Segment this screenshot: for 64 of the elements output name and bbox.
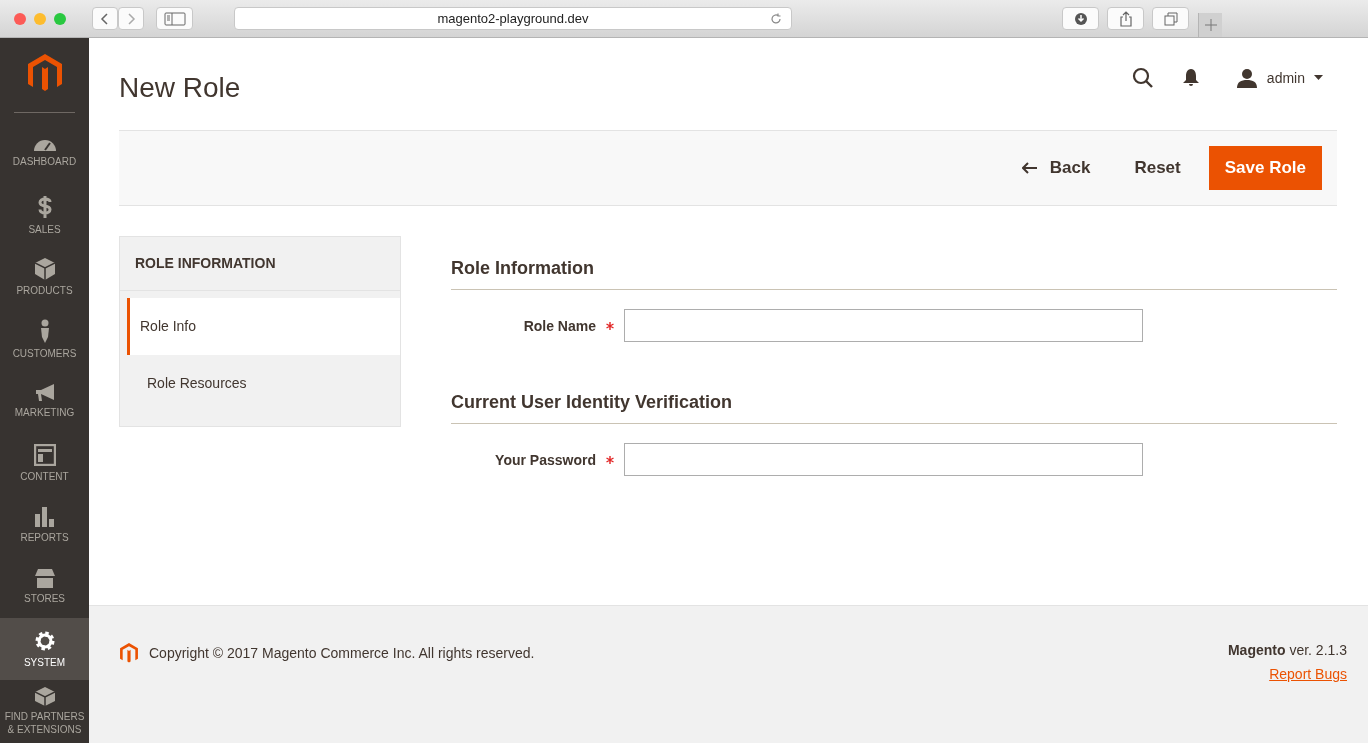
- tab[interactable]: Role Info: [127, 298, 400, 355]
- new-tab-button[interactable]: [1198, 13, 1222, 37]
- section-title: Role Information: [451, 258, 1337, 290]
- gear-icon: [33, 629, 56, 652]
- logo-icon: [25, 53, 64, 93]
- nav-item[interactable]: CUSTOMERS: [0, 308, 89, 370]
- caret-icon: [1314, 75, 1323, 81]
- search-icon[interactable]: [1131, 67, 1154, 89]
- field-label: Role Name: [522, 317, 596, 334]
- box-icon: [34, 257, 55, 280]
- nav-item[interactable]: MARKETING: [0, 370, 89, 432]
- gauge-icon: [33, 138, 56, 151]
- minimize-window-button[interactable]: [34, 12, 46, 25]
- url-text: magento2-playground.dev: [437, 11, 589, 26]
- share-button[interactable]: [1107, 7, 1144, 30]
- user-menu[interactable]: admin: [1235, 68, 1323, 88]
- section-title: Current User Identity Verification: [451, 392, 1337, 424]
- dollar-icon: [37, 194, 52, 219]
- input-field[interactable]: [624, 443, 1143, 476]
- copyright-text: Copyright © 2017 Magento Commerce Inc. All rights reserved.: [149, 645, 535, 661]
- close-window-button[interactable]: [14, 12, 26, 25]
- tabs-overview-button[interactable]: [1152, 7, 1189, 30]
- bar-chart-icon: [35, 506, 54, 527]
- tabs-icon: [1163, 11, 1178, 26]
- plus-icon: [1204, 19, 1217, 31]
- megaphone-icon: [35, 383, 54, 402]
- chevron-left-icon: [100, 11, 110, 26]
- page-title: New Role: [119, 72, 241, 104]
- sidebar-icon: [163, 11, 186, 26]
- nav-item[interactable]: SALES: [0, 184, 89, 246]
- save-button[interactable]: Save Role: [1208, 146, 1322, 190]
- download-icon: [1073, 11, 1088, 26]
- store-icon: [34, 569, 55, 588]
- nav-item[interactable]: SYSTEM: [0, 618, 89, 680]
- zoom-window-button[interactable]: [54, 12, 66, 25]
- bell-icon[interactable]: [1181, 68, 1200, 88]
- downloads-button[interactable]: [1062, 7, 1099, 30]
- logo-icon: [119, 642, 139, 664]
- report-bugs-link[interactable]: Report Bugs: [1269, 666, 1347, 682]
- tab[interactable]: Role Resources: [127, 355, 400, 412]
- nav-item[interactable]: REPORTS: [0, 494, 89, 556]
- nav-item[interactable]: FIND PARTNERS & EXTENSIONS: [0, 680, 89, 742]
- forward-button[interactable]: [118, 7, 144, 30]
- tabs-heading: ROLE INFORMATION: [120, 237, 400, 291]
- chevron-right-icon: [126, 11, 136, 26]
- nav-item[interactable]: CONTENT: [0, 432, 89, 494]
- address-bar[interactable]: magento2-playground.dev: [234, 7, 792, 30]
- nav-item[interactable]: DASHBOARD: [0, 122, 89, 184]
- reload-icon[interactable]: [769, 12, 783, 26]
- sidebar-toggle-button[interactable]: [156, 7, 193, 30]
- input-field[interactable]: [624, 309, 1143, 342]
- share-icon: [1118, 10, 1133, 27]
- layout-icon: [33, 443, 56, 466]
- back-button[interactable]: [92, 7, 118, 30]
- user-icon: [1235, 68, 1258, 88]
- reset-button[interactable]: Reset: [1118, 146, 1197, 190]
- back-button[interactable]: Back: [1005, 146, 1107, 190]
- nav-item[interactable]: STORES: [0, 556, 89, 618]
- version-text: Magento ver. 2.1.3: [1227, 642, 1347, 658]
- person-icon: [40, 318, 49, 343]
- field-label: Your Password: [494, 451, 596, 468]
- brick-icon: [34, 686, 55, 706]
- arrow-left-icon: [1021, 162, 1038, 174]
- nav-item[interactable]: PRODUCTS: [0, 246, 89, 308]
